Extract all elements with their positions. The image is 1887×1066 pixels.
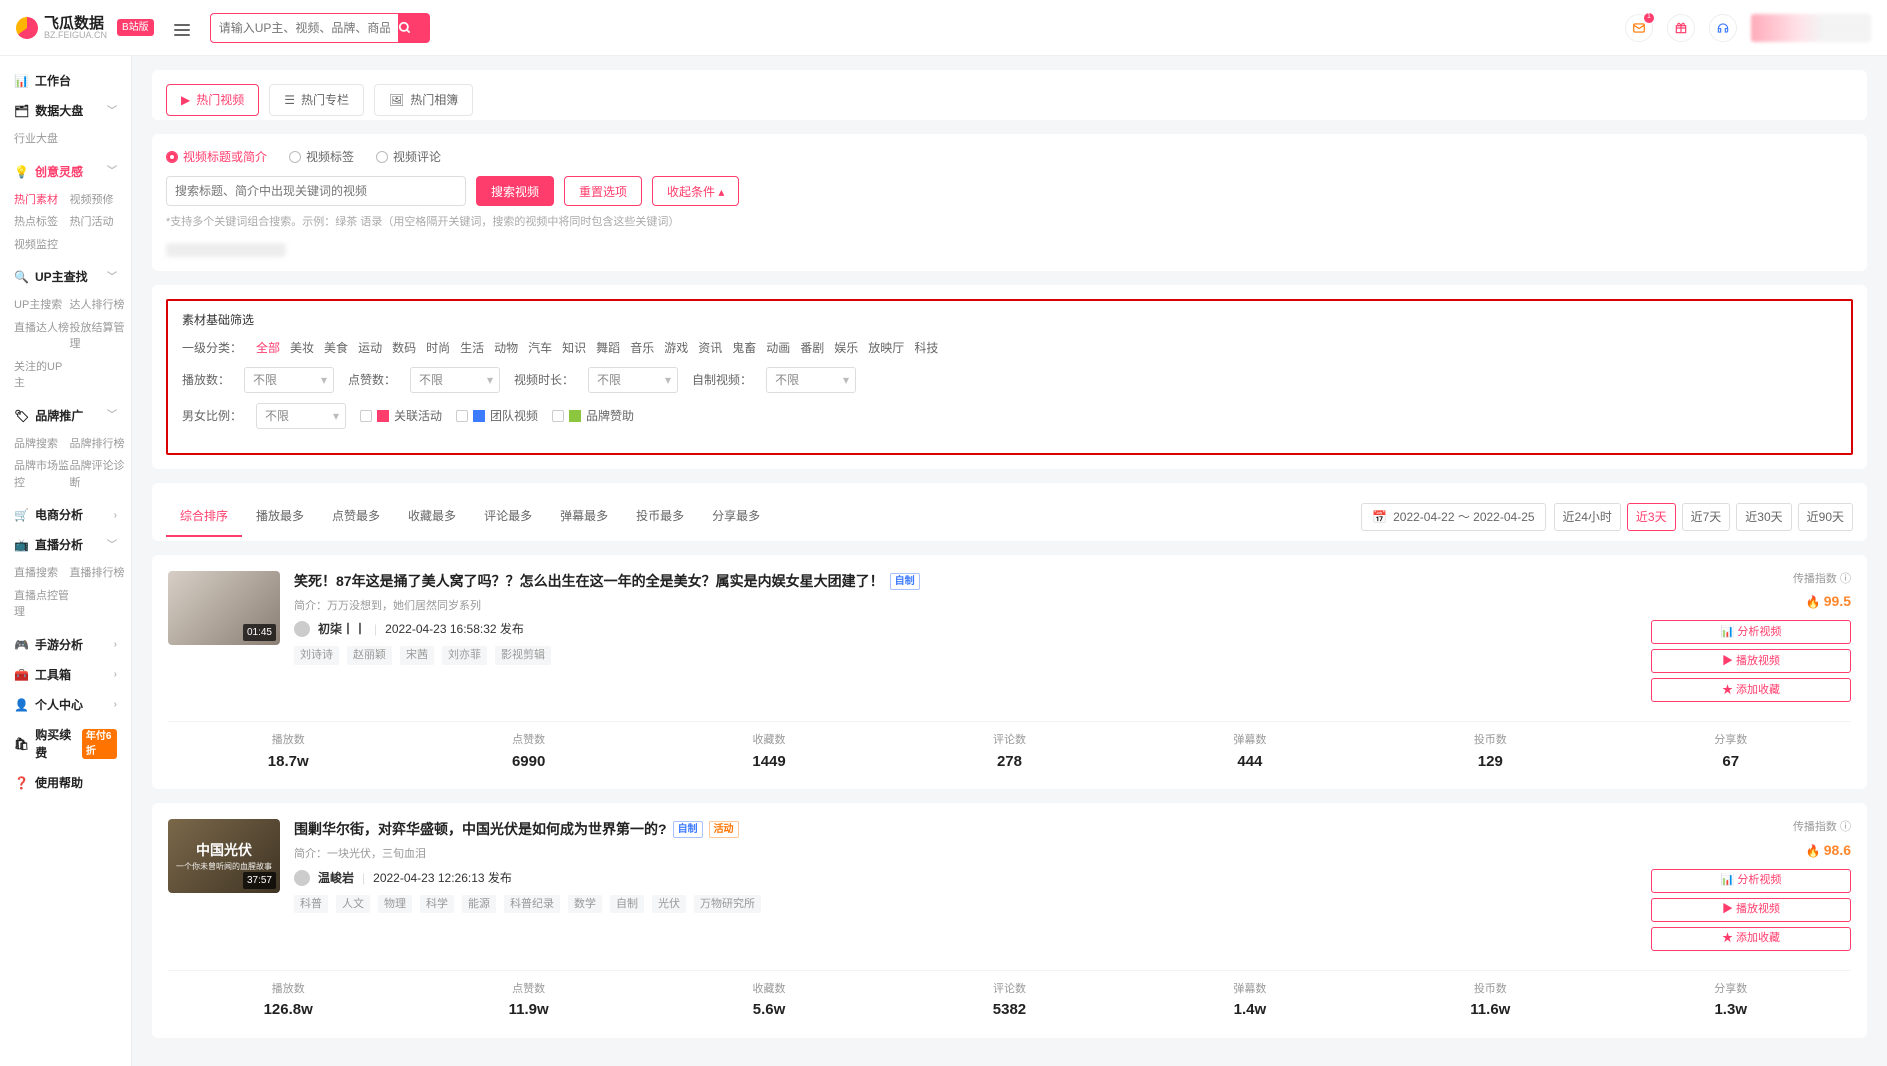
range-4[interactable]: 近90天 bbox=[1798, 503, 1853, 531]
cat-时尚[interactable]: 时尚 bbox=[426, 341, 450, 355]
nav-profile[interactable]: 👤 个人中心› bbox=[0, 690, 131, 720]
range-1[interactable]: 近3天 bbox=[1627, 503, 1676, 531]
nav-bigboard[interactable]: 🗂 数据大盘﹀ bbox=[0, 96, 131, 126]
btn-analyze[interactable]: 📊 分析视频 bbox=[1651, 869, 1851, 893]
radio-title[interactable]: 视频标题或简介 bbox=[166, 148, 267, 166]
reset-button[interactable]: 重置选项 bbox=[564, 176, 642, 206]
sort-7[interactable]: 分享最多 bbox=[698, 497, 774, 537]
up-name[interactable]: 温峻岩 bbox=[318, 869, 354, 887]
cat-科技[interactable]: 科技 bbox=[914, 341, 938, 355]
cat-游戏[interactable]: 游戏 bbox=[664, 341, 688, 355]
nav-renew[interactable]: 🛍 购买续费年付6折 bbox=[0, 720, 131, 768]
sort-2[interactable]: 点赞最多 bbox=[318, 497, 394, 537]
tab-hot-video[interactable]: ▶ 热门视频 bbox=[166, 84, 259, 116]
nav-workbench[interactable]: 📊 工作台 bbox=[0, 66, 131, 96]
date-range[interactable]: 📅2022-04-22 ～ 2022-04-25 bbox=[1361, 503, 1545, 531]
nav-ecom[interactable]: 🛒 电商分析› bbox=[0, 500, 131, 530]
chk-brand[interactable]: 品牌赞助 bbox=[552, 407, 634, 425]
top-tabs: ▶ 热门视频 ☰ 热门专栏 🖼 热门相簿 bbox=[166, 84, 1853, 116]
cat-娱乐[interactable]: 娱乐 bbox=[834, 341, 858, 355]
nav-brand[interactable]: 🏷 品牌推广﹀ bbox=[0, 401, 131, 431]
sel-self[interactable]: 不限 bbox=[766, 367, 856, 393]
range-2[interactable]: 近7天 bbox=[1682, 503, 1731, 531]
keyword-input[interactable] bbox=[166, 176, 466, 206]
btn-fav[interactable]: ★ 添加收藏 bbox=[1651, 927, 1851, 951]
nav-mobile[interactable]: 🎮 手游分析› bbox=[0, 630, 131, 660]
btn-fav[interactable]: ★ 添加收藏 bbox=[1651, 678, 1851, 702]
sort-0[interactable]: 综合排序 bbox=[166, 497, 242, 537]
btn-analyze[interactable]: 📊 分析视频 bbox=[1651, 620, 1851, 644]
sidebar: 📊 工作台 🗂 数据大盘﹀ 行业大盘 💡 创意灵感﹀ 热门素材 视频预修 热点标… bbox=[0, 56, 132, 1066]
redacted bbox=[166, 243, 286, 257]
sort-4[interactable]: 评论最多 bbox=[470, 497, 546, 537]
nav-creative[interactable]: 💡 创意灵感﹀ bbox=[0, 157, 131, 187]
avatar[interactable] bbox=[294, 621, 310, 637]
video-thumb[interactable]: 01:45 bbox=[168, 571, 280, 645]
cat-鬼畜[interactable]: 鬼畜 bbox=[732, 341, 756, 355]
radio-comment[interactable]: 视频评论 bbox=[376, 148, 441, 166]
cat-资讯[interactable]: 资讯 bbox=[698, 341, 722, 355]
cat-音乐[interactable]: 音乐 bbox=[630, 341, 654, 355]
cat-放映厅[interactable]: 放映厅 bbox=[868, 341, 904, 355]
cat-数码[interactable]: 数码 bbox=[392, 341, 416, 355]
sort-3[interactable]: 收藏最多 bbox=[394, 497, 470, 537]
global-search-button[interactable] bbox=[398, 13, 430, 43]
radio-tag[interactable]: 视频标签 bbox=[289, 148, 354, 166]
video-card-1: 中国光伏一个你未曾听闻的血腥故事37:57 围剿华尔街，对弈华盛顿，中国光伏是如… bbox=[152, 803, 1867, 1038]
btn-playback[interactable]: ▶ 播放视频 bbox=[1651, 898, 1851, 922]
sel-dur[interactable]: 不限 bbox=[588, 367, 678, 393]
chk-activity[interactable]: 关联活动 bbox=[360, 407, 442, 425]
cat-美妆[interactable]: 美妆 bbox=[290, 341, 314, 355]
video-title[interactable]: 笑死！87年这是捅了美人窝了吗？？怎么出生在这一年的全是美女？属实是内娱女星大团… bbox=[294, 571, 1637, 592]
sel-like[interactable]: 不限 bbox=[410, 367, 500, 393]
cat-番剧[interactable]: 番剧 bbox=[800, 341, 824, 355]
search-video-button[interactable]: 搜索视频 bbox=[476, 176, 554, 206]
collapse-button[interactable]: 收起条件 ▴ bbox=[652, 176, 739, 206]
sort-5[interactable]: 弹幕最多 bbox=[546, 497, 622, 537]
cat-全部[interactable]: 全部 bbox=[256, 341, 280, 355]
user-area[interactable] bbox=[1751, 14, 1871, 42]
cat-汽车[interactable]: 汽车 bbox=[528, 341, 552, 355]
headset-icon[interactable] bbox=[1709, 14, 1737, 42]
sel-ratio[interactable]: 不限 bbox=[256, 403, 346, 429]
range-3[interactable]: 近30天 bbox=[1736, 503, 1791, 531]
mail-icon[interactable]: 1 bbox=[1625, 14, 1653, 42]
cat-动画[interactable]: 动画 bbox=[766, 341, 790, 355]
btn-playback[interactable]: ▶ 播放视频 bbox=[1651, 649, 1851, 673]
sort-1[interactable]: 播放最多 bbox=[242, 497, 318, 537]
brand-logo[interactable]: 飞瓜数据BZ.FEIGUA.CN B站版 bbox=[16, 16, 154, 40]
global-search-input[interactable] bbox=[210, 13, 398, 43]
filter-panel: 素材基础筛选 一级分类： 全部美妆美食运动数码时尚生活动物汽车知识舞蹈音乐游戏资… bbox=[166, 299, 1853, 455]
video-title[interactable]: 围剿华尔街，对弈华盛顿，中国光伏是如何成为世界第一的? 自制活动 bbox=[294, 819, 1637, 840]
cat-舞蹈[interactable]: 舞蹈 bbox=[596, 341, 620, 355]
cat-动物[interactable]: 动物 bbox=[494, 341, 518, 355]
nav-upsearch[interactable]: 🔍 UP主查找﹀ bbox=[0, 262, 131, 292]
video-thumb[interactable]: 中国光伏一个你未曾听闻的血腥故事37:57 bbox=[168, 819, 280, 893]
gift-icon[interactable] bbox=[1667, 14, 1695, 42]
nav-tools[interactable]: 🧰 工具箱› bbox=[0, 660, 131, 690]
nav-help[interactable]: ❓ 使用帮助 bbox=[0, 768, 131, 798]
video-card-0: 01:45 笑死！87年这是捅了美人窝了吗？？怎么出生在这一年的全是美女？属实是… bbox=[152, 555, 1867, 790]
range-0[interactable]: 近24小时 bbox=[1554, 503, 1621, 531]
sel-play[interactable]: 不限 bbox=[244, 367, 334, 393]
chk-team[interactable]: 团队视频 bbox=[456, 407, 538, 425]
cat-运动[interactable]: 运动 bbox=[358, 341, 382, 355]
cat-美食[interactable]: 美食 bbox=[324, 341, 348, 355]
tab-hot-column[interactable]: ☰ 热门专栏 bbox=[269, 84, 364, 116]
up-name[interactable]: 初柒丨丨 bbox=[318, 620, 366, 638]
cat-知识[interactable]: 知识 bbox=[562, 341, 586, 355]
cat-生活[interactable]: 生活 bbox=[460, 341, 484, 355]
menu-toggle[interactable] bbox=[174, 21, 190, 35]
nav-live[interactable]: 📺 直播分析﹀ bbox=[0, 530, 131, 560]
tab-hot-album[interactable]: 🖼 热门相簿 bbox=[374, 84, 473, 116]
search-hint: *支持多个关键词组合搜索。示例：绿茶 语录（用空格隔开关键词，搜索的视频中将同时… bbox=[166, 214, 1853, 231]
avatar[interactable] bbox=[294, 870, 310, 886]
sort-6[interactable]: 投币最多 bbox=[622, 497, 698, 537]
